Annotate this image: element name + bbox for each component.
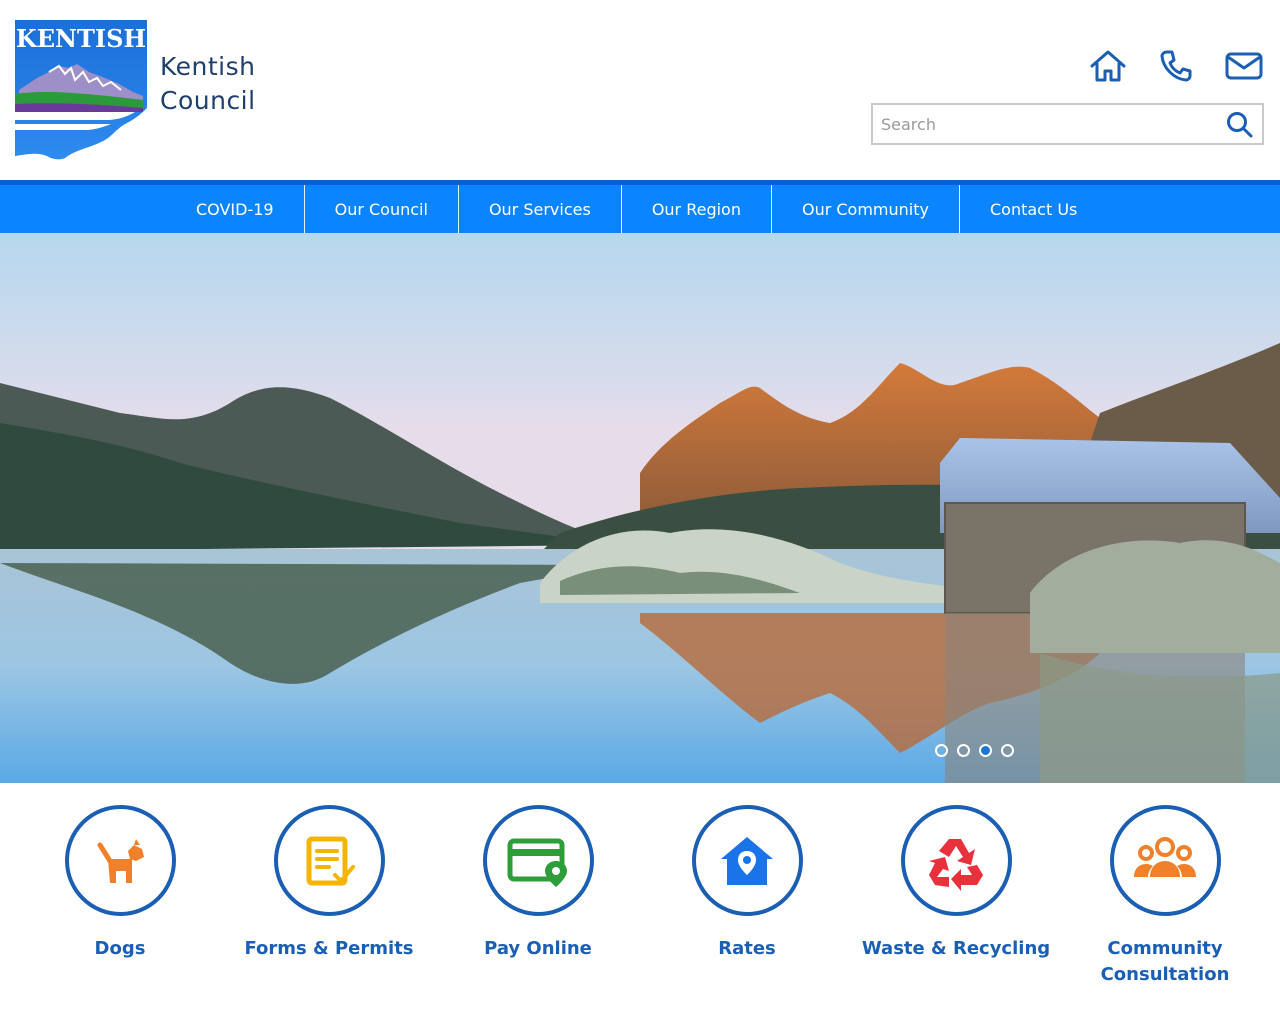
search-box: [871, 103, 1264, 145]
logo-text: KENTISH: [16, 24, 146, 53]
people-icon: [1134, 836, 1196, 877]
home-icon[interactable]: [1088, 46, 1128, 86]
hero-slider[interactable]: [0, 233, 1280, 783]
hero-image: [0, 233, 1280, 783]
quick-link-rates[interactable]: Rates: [647, 805, 847, 962]
dog-icon: [97, 838, 144, 883]
quick-link-dogs[interactable]: Dogs: [20, 805, 220, 962]
house-location-icon: [721, 836, 773, 885]
nav-item-our-community[interactable]: Our Community: [770, 185, 959, 233]
brand-line-1: Kentish: [160, 52, 256, 81]
quick-link-label: Forms & Permits: [244, 938, 414, 959]
slider-dots: [935, 744, 1014, 757]
quick-link-label: Dogs: [94, 938, 146, 959]
mail-icon[interactable]: [1224, 46, 1264, 86]
quick-link-circle: [273, 805, 385, 916]
search-input[interactable]: [873, 105, 1213, 143]
brand-line-2: Council: [160, 86, 256, 115]
council-name[interactable]: Kentish Council: [160, 50, 256, 118]
quick-link-circle: [900, 805, 1012, 916]
quick-link-label: Pay Online: [484, 938, 592, 959]
quick-link-pay-online[interactable]: Pay Online: [438, 805, 638, 962]
quick-link-circle: [1109, 805, 1221, 916]
council-logo[interactable]: KENTISH: [15, 20, 147, 160]
nav-item-our-council[interactable]: Our Council: [303, 185, 458, 233]
phone-icon[interactable]: [1156, 46, 1196, 86]
quick-link-label: Community Consultation: [1100, 938, 1230, 985]
quick-link-waste-recycling[interactable]: Waste & Recycling: [856, 805, 1056, 962]
card-location-icon: [507, 838, 567, 887]
quick-link-label: Waste & Recycling: [861, 938, 1051, 959]
search-icon[interactable]: [1226, 111, 1254, 139]
form-icon: [306, 836, 355, 885]
quick-links: Dogs Forms & Permits Pay Online Rates Wa…: [0, 783, 1280, 1024]
nav-item-our-region[interactable]: Our Region: [620, 185, 771, 233]
nav-item-contact-us[interactable]: Contact Us: [958, 185, 1107, 233]
quick-link-community-consultation[interactable]: Community Consultation: [1065, 805, 1265, 988]
nav-item-covid-19[interactable]: COVID-19: [166, 185, 304, 233]
slide-dot-3[interactable]: [979, 744, 992, 757]
quick-link-circle: [64, 805, 176, 916]
recycle-icon: [929, 838, 983, 891]
main-nav: COVID-19 Our Council Our Services Our Re…: [0, 185, 1280, 233]
header-icon-bar: [1088, 46, 1264, 86]
site-header: KENTISH Kentish Council: [0, 0, 1280, 180]
nav-item-our-services[interactable]: Our Services: [457, 185, 621, 233]
quick-link-circle: [482, 805, 594, 916]
quick-link-label: Rates: [718, 938, 776, 959]
quick-link-circle: [691, 805, 803, 916]
slide-dot-2[interactable]: [957, 744, 970, 757]
slide-dot-4[interactable]: [1001, 744, 1014, 757]
quick-link-forms-permits[interactable]: Forms & Permits: [229, 805, 429, 962]
slide-dot-1[interactable]: [935, 744, 948, 757]
